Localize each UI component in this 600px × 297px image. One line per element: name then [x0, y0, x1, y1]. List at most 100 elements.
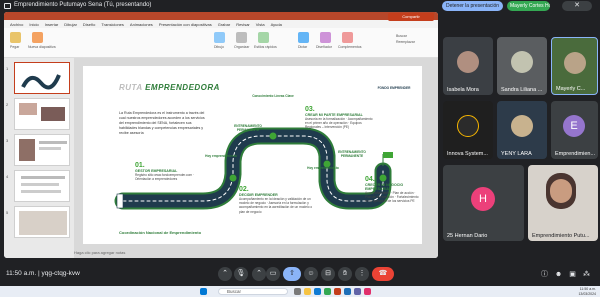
ribbon-tabs: Archivo Inicio Insertar Dibujar Diseño T…	[4, 20, 438, 28]
participant-count: 25	[447, 233, 454, 239]
thumb-text	[21, 183, 59, 186]
edge-icon[interactable]	[314, 288, 321, 295]
windows-taskbar: Buscar 11:50 a.m. 13/03/2024	[0, 286, 600, 297]
activities-icon[interactable]: ⁂	[582, 270, 591, 279]
participant-name: Emprendimiento Putu...	[532, 233, 590, 239]
paste-icon[interactable]	[10, 32, 21, 43]
spotlight-participant-button[interactable]: Mayerly Cortes Hoy	[507, 1, 550, 11]
thumb-text	[21, 190, 61, 193]
chat-icon[interactable]: ▣	[568, 270, 577, 279]
present-button[interactable]: ⇧	[283, 267, 301, 281]
thumb-road-graphic	[21, 74, 61, 90]
step-1-number: 01.	[135, 162, 145, 169]
dictate-icon[interactable]	[298, 32, 309, 43]
participant-tile-3[interactable]: Mayerly C...	[551, 37, 598, 95]
leave-call-button[interactable]: ☎	[372, 267, 394, 281]
tab-revisar[interactable]: Revisar	[236, 22, 250, 27]
thumbnail-slide-5[interactable]	[14, 206, 70, 238]
screen: Emprendimiento Putumayo Sena (Tú, presen…	[0, 0, 600, 297]
addins-icon[interactable]	[342, 32, 353, 43]
more-audio-button[interactable]: ⌃	[218, 267, 232, 281]
thumb-photo	[19, 211, 67, 235]
thumbnail-slide-4[interactable]	[14, 170, 70, 202]
step-4-text: Acompañamiento · Plan de acción · Plan d…	[365, 191, 419, 204]
tab-presentacion[interactable]: Presentación con diapositivas	[159, 22, 212, 27]
notes-hint[interactable]: Haga clic para agregar notas	[74, 250, 125, 255]
thumb-photo	[41, 107, 65, 121]
camera-icon: ▭	[269, 270, 277, 277]
innova-logo	[457, 115, 479, 137]
current-slide[interactable]: RUTA EMPRENDEDORA La Ruta Emprendedora e…	[83, 66, 422, 244]
ppt-titlebar	[4, 12, 438, 20]
thumb-text	[21, 176, 65, 179]
microphone-button[interactable]: 🎙︎	[234, 267, 248, 281]
reactions-button[interactable]: ⊟	[321, 267, 335, 281]
taskbar-search[interactable]: Buscar	[218, 288, 288, 295]
replace-label[interactable]: Reemplazar	[396, 40, 415, 44]
chrome-icon[interactable]	[324, 288, 331, 295]
new-slide-icon[interactable]	[32, 32, 43, 43]
quick-styles-icon[interactable]	[258, 32, 269, 43]
participant-tile-2[interactable]: Sandra Liliana ...	[497, 37, 547, 95]
participant-tile-1[interactable]: Isabela Mora	[443, 37, 493, 95]
present-icon	[4, 3, 11, 9]
participant-name: Sandra Liliana ...	[501, 87, 543, 93]
captions-button[interactable]: ☺	[304, 267, 318, 281]
tab-insertar[interactable]: Insertar	[45, 22, 59, 27]
tab-ayuda[interactable]: Ayuda	[271, 22, 282, 27]
app-icon[interactable]	[364, 288, 371, 295]
participant-tile-4[interactable]: Innova System...	[443, 101, 493, 159]
tab-diseno[interactable]: Diseño	[83, 22, 95, 27]
arrange-icon[interactable]	[236, 32, 247, 43]
tab-grabar[interactable]: Grabar	[218, 22, 230, 27]
chevron-up-icon: ⌃	[222, 270, 228, 277]
powerpoint-icon[interactable]	[334, 288, 341, 295]
participant-tile-7[interactable]: H 25 Hernan Dario	[443, 165, 524, 241]
arrange-label: Organizar	[234, 45, 250, 49]
participant-initial: H	[471, 187, 495, 211]
road-label-permanent-2: ENTRENAMIENTO PERMANENTE	[338, 150, 366, 158]
designer-icon[interactable]	[320, 32, 331, 43]
participant-tile-6[interactable]: E Emprendimien...	[551, 101, 598, 159]
camera-button[interactable]: ▭	[266, 267, 280, 281]
more-options-button[interactable]: ⋮	[355, 267, 369, 281]
thumbnail-slide-3[interactable]	[14, 134, 70, 166]
clock-date: 13/03/2024	[578, 291, 596, 296]
hand-icon: ✋︎	[343, 270, 347, 277]
fondo-emprender-logo: FONDO EMPRENDER	[377, 86, 411, 90]
thumbnail-slide-1[interactable]	[14, 62, 70, 94]
raise-hand-button[interactable]: ✋︎	[338, 267, 352, 281]
info-icon[interactable]: ⓘ	[540, 270, 549, 279]
task-view-icon[interactable]	[294, 288, 301, 295]
tab-animaciones[interactable]: Animaciones	[130, 22, 153, 27]
windows-start-icon[interactable]	[200, 288, 207, 295]
tab-archivo[interactable]: Archivo	[10, 22, 23, 27]
thumb-text	[39, 147, 61, 150]
thumb-number: 2	[6, 102, 9, 107]
word-icon[interactable]	[344, 288, 351, 295]
stop-presenting-button[interactable]: Detener la presentación	[442, 1, 504, 11]
participant-tile-8[interactable]: Emprendimiento Putu...	[528, 165, 598, 241]
close-icon[interactable]: ✕	[562, 1, 592, 11]
find-label[interactable]: Buscar	[396, 34, 407, 38]
tab-transiciones[interactable]: Transiciones	[101, 22, 124, 27]
participant-name: YENY LARA	[501, 151, 532, 157]
step-3: 03. CREAR MI PARTE EMPRESARIAL Asesoría …	[305, 106, 373, 130]
tab-dibujar[interactable]: Dibujar	[64, 22, 77, 27]
camera-menu-button[interactable]: ⌃	[252, 267, 266, 281]
drawing-icon[interactable]	[214, 32, 225, 43]
tab-inicio[interactable]: Inicio	[29, 22, 38, 27]
teams-icon[interactable]	[354, 288, 361, 295]
thumb-number: 3	[6, 138, 9, 143]
participant-video	[511, 115, 533, 137]
thumb-photo	[19, 139, 35, 161]
file-explorer-icon[interactable]	[304, 288, 311, 295]
taskbar-clock[interactable]: 11:50 a.m. 13/03/2024	[568, 287, 596, 296]
tab-vista[interactable]: Vista	[256, 22, 265, 27]
people-icon[interactable]: ☻	[554, 270, 563, 279]
share-button[interactable]: Compartir	[388, 13, 434, 21]
step-2-number: 02.	[239, 186, 249, 193]
participant-tile-5[interactable]: YENY LARA	[497, 101, 547, 159]
thumbnail-slide-2[interactable]	[14, 98, 70, 130]
road-label-hoy-1: Hoy emprendimiento	[205, 154, 237, 158]
